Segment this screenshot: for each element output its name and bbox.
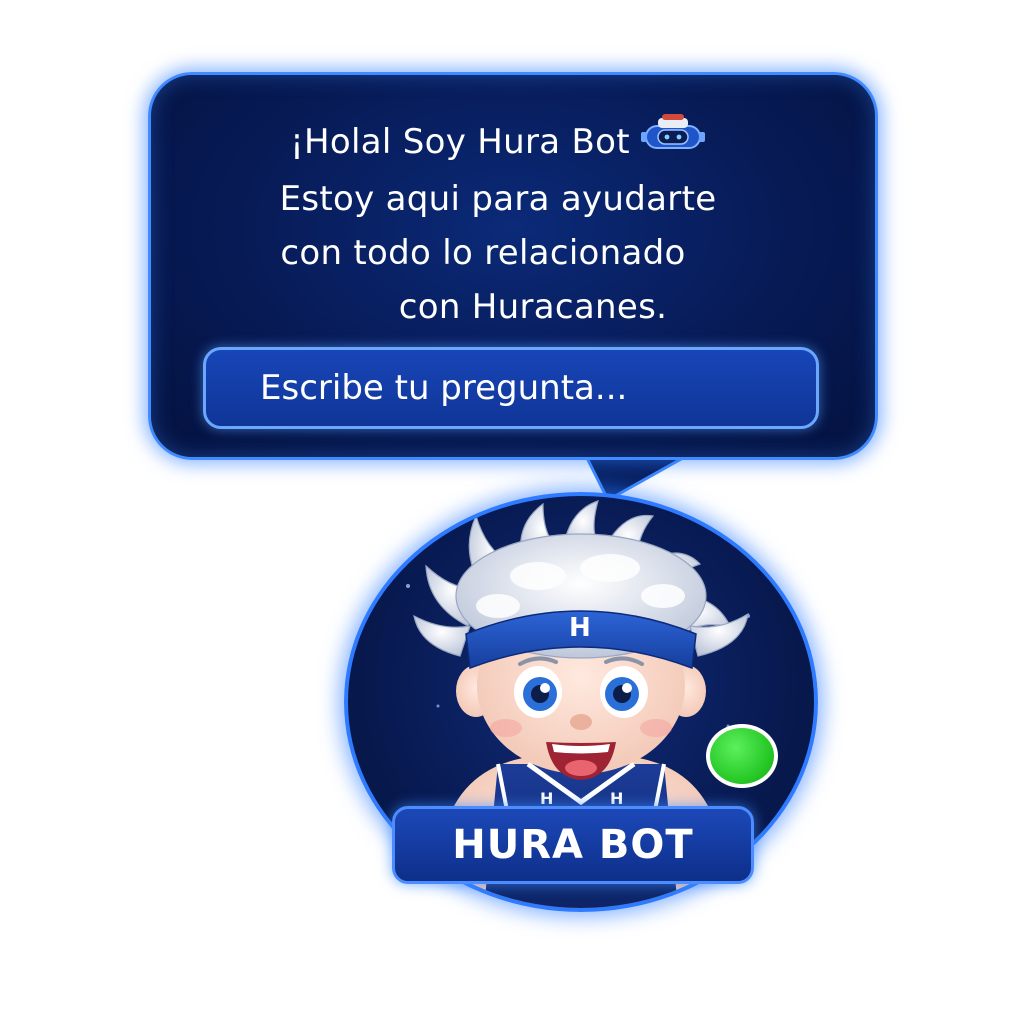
question-input-placeholder: Escribe tu pregunta... (260, 368, 628, 408)
bot-name-label: HURA BOT (392, 806, 754, 884)
intro-line-2: Estoy aqui para ayudarte (279, 178, 717, 219)
robot-icon (640, 112, 706, 168)
greeting-line: ¡Holal Soy Hura Bot (151, 112, 875, 172)
headband-letter: H (569, 613, 591, 643)
chat-widget: ¡Holal Soy Hura Bot Estoy aqui para ayud… (0, 0, 1024, 1024)
greeting-title: ¡Holal Soy Hura Bot (290, 122, 630, 162)
greeting-text: ¡Holal Soy Hura Bot Estoy aqui para ayud… (151, 112, 875, 334)
online-status-indicator (706, 724, 778, 788)
intro-line-4: con Huracanes. (398, 286, 668, 327)
speech-bubble: ¡Holal Soy Hura Bot Estoy aqui para ayud… (148, 72, 878, 460)
question-input[interactable]: Escribe tu pregunta... (203, 347, 819, 429)
intro-line-3: con todo lo relacionado (280, 232, 686, 273)
